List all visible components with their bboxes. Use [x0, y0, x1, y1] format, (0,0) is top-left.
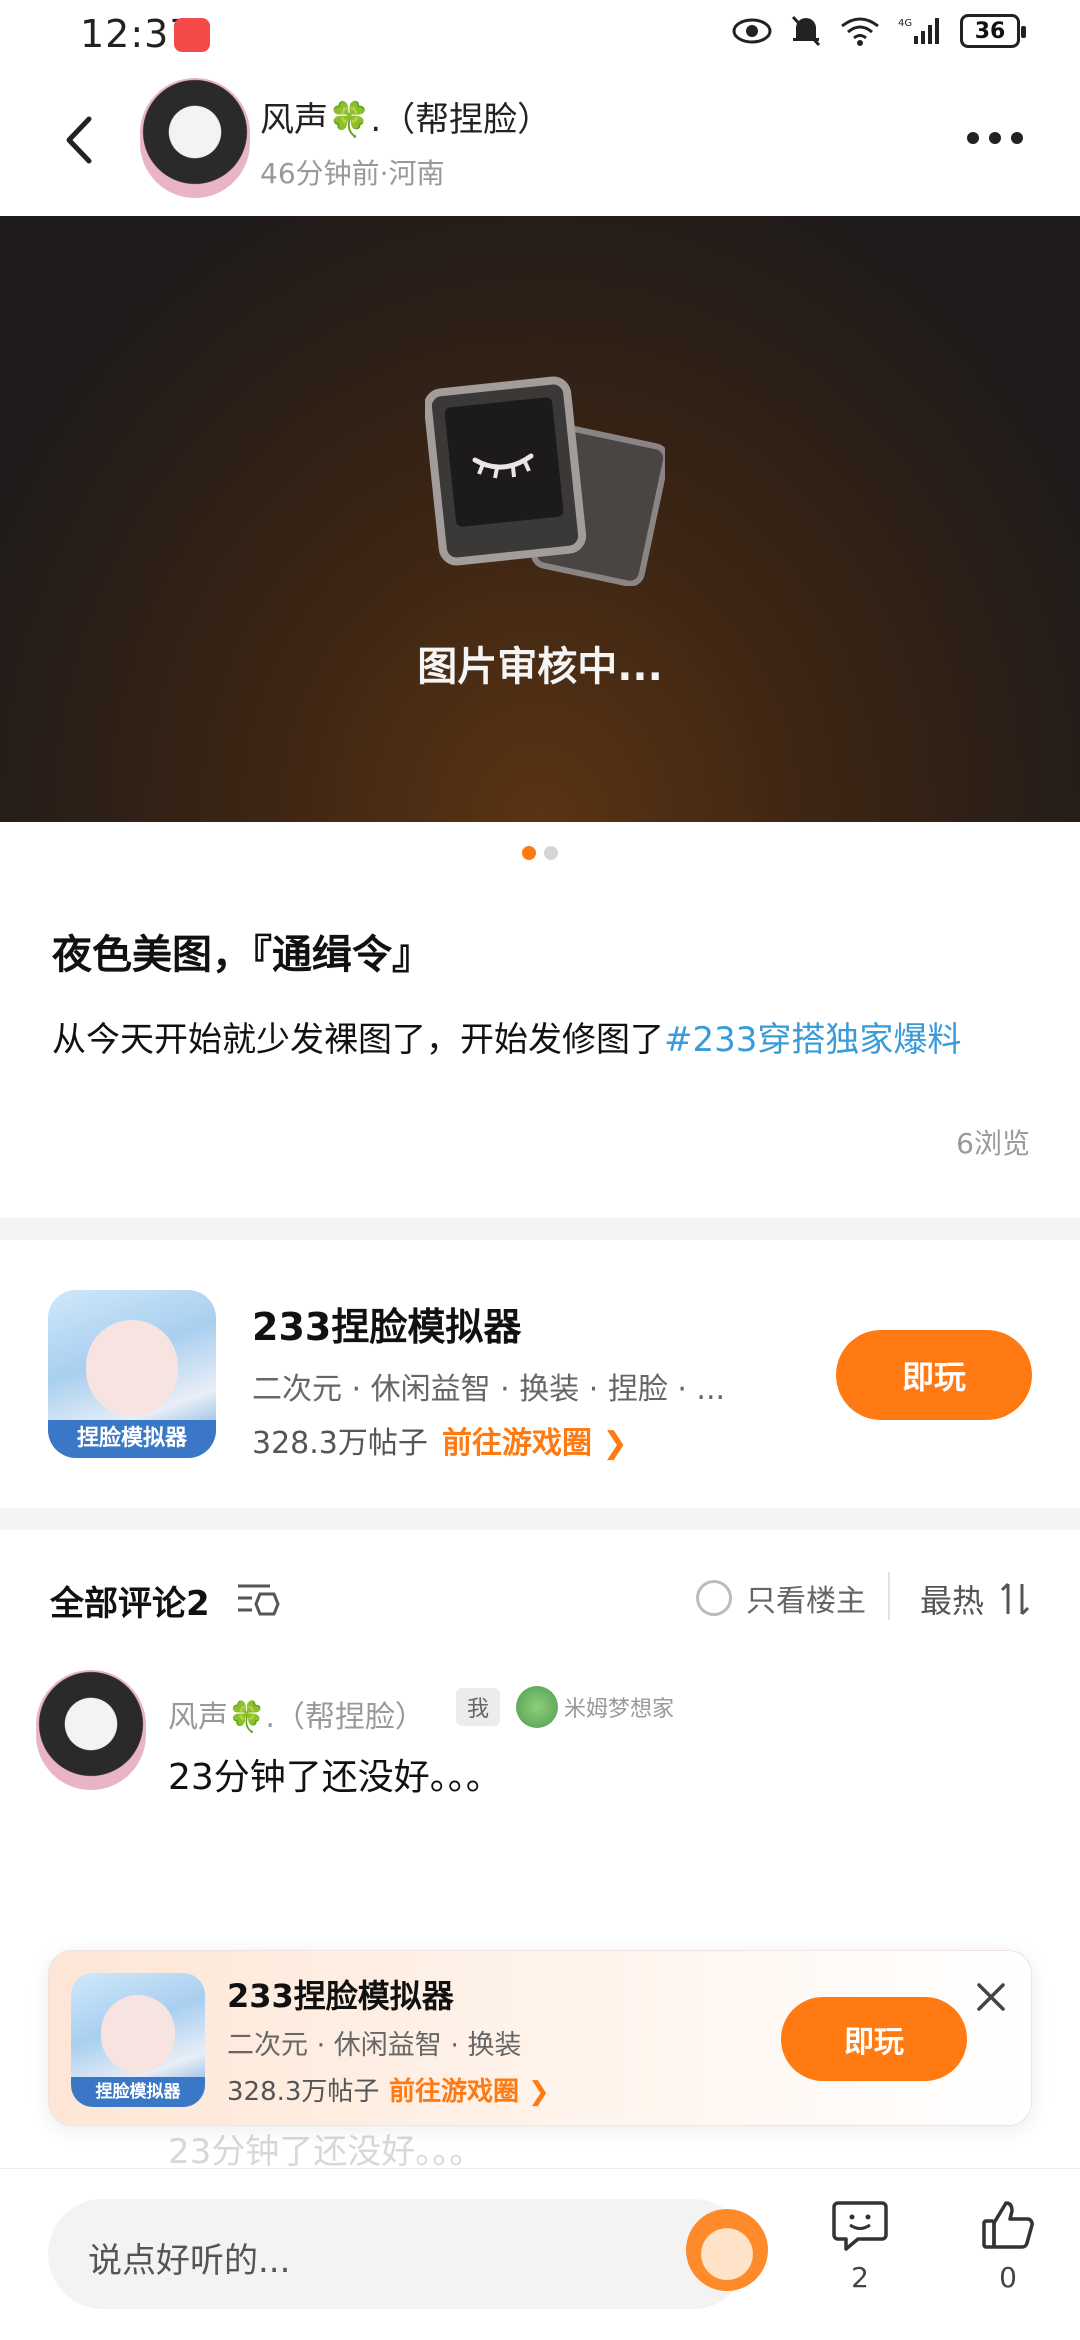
like-count: 0 — [999, 2261, 1017, 2294]
post-image-placeholder[interactable]: 图片审核中... — [0, 216, 1080, 822]
post-hashtag[interactable]: #233穿搭独家爆料 — [664, 1020, 961, 1060]
post-title: 夜色美图，『通缉令』 — [52, 932, 432, 978]
game-tags: 二次元 · 休闲益智 · 换装 · 捏脸 · ... — [252, 1372, 726, 1407]
fan-badge-icon — [516, 1686, 558, 1728]
filter-icon[interactable] — [234, 1580, 280, 1620]
only-poster-label: 只看楼主 — [746, 1584, 866, 1619]
like-button[interactable]: 0 — [968, 2199, 1048, 2294]
more-dot-icon — [967, 132, 979, 144]
banner-play-now-button[interactable]: 即玩 — [781, 1997, 967, 2081]
game-circle-link[interactable]: 前往游戏圈 ❯ — [442, 1418, 628, 1462]
sort-selector[interactable]: 最热 — [920, 1576, 1030, 1622]
banner-close-button[interactable] — [965, 1971, 1017, 2023]
bell-muted-icon — [791, 15, 821, 47]
game-post-count: 328.3万帖子 — [252, 1426, 428, 1461]
sort-separator — [888, 1572, 890, 1620]
sort-icon — [1000, 1582, 1030, 1616]
signal-icon: 4G — [898, 18, 939, 44]
back-button[interactable] — [48, 110, 108, 170]
review-status-text: 图片审核中... — [417, 644, 663, 690]
wifi-icon — [841, 17, 879, 46]
reply-button[interactable]: 2 — [820, 2199, 900, 2294]
commenter-name[interactable]: 风声🍀.（帮捏脸） — [168, 1692, 425, 1736]
view-count: 6浏览 — [956, 1127, 1030, 1160]
banner-game-name[interactable]: 233捏脸模拟器 — [227, 1971, 454, 2017]
only-poster-toggle[interactable]: 只看楼主 — [696, 1576, 866, 1620]
game-icon[interactable]: 捏脸模拟器 — [48, 1290, 216, 1458]
status-icons: 4G 36 — [732, 14, 1026, 48]
pager-dot — [544, 846, 558, 860]
commenter-avatar[interactable] — [36, 1670, 146, 1790]
svg-text:4G: 4G — [898, 18, 912, 29]
battery-indicator: 36 — [960, 14, 1026, 48]
faded-comment-text: 23分钟了还没好。。。 — [168, 2132, 484, 2172]
banner-game-icon[interactable]: 捏脸模拟器 — [71, 1973, 205, 2107]
mascot-emoji-icon[interactable] — [686, 2209, 768, 2291]
thumbs-up-icon — [982, 2201, 1034, 2249]
close-icon — [977, 1983, 1005, 2011]
author-name[interactable]: 风声🍀.（帮捏脸） — [260, 92, 551, 141]
image-pager — [0, 846, 1080, 860]
eye-icon — [732, 18, 772, 44]
only-poster-radio[interactable] — [696, 1580, 732, 1616]
game-card[interactable]: 捏脸模拟器 233捏脸模拟器 二次元 · 休闲益智 · 换装 · 捏脸 · ..… — [0, 1240, 1080, 1508]
status-bar: 12:37 4G 36 — [0, 0, 1080, 70]
bottom-action-bar: 说点好听的... 2 0 — [0, 2168, 1080, 2340]
more-button[interactable] — [960, 118, 1030, 158]
section-divider — [0, 1508, 1080, 1530]
floating-game-banner[interactable]: 捏脸模拟器 233捏脸模拟器 二次元 · 休闲益智 · 换装 328.3万帖子 … — [48, 1950, 1032, 2126]
comment-bubble-icon — [832, 2201, 888, 2251]
post-body: 从今天开始就少发裸图了，开始发修图了#233穿搭独家爆料 — [52, 1012, 961, 1061]
play-now-button[interactable]: 即玩 — [836, 1330, 1032, 1420]
game-icon-logo: 捏脸模拟器 — [48, 1420, 216, 1458]
comment-input-placeholder: 说点好听的... — [88, 2241, 291, 2281]
banner-game-icon-art — [101, 1995, 175, 2073]
image-under-review-icon — [425, 376, 665, 586]
sort-label: 最热 — [920, 1582, 985, 1620]
banner-post-count: 328.3万帖子 — [227, 2077, 380, 2107]
me-badge: 我 — [456, 1688, 500, 1726]
game-name[interactable]: 233捏脸模拟器 — [252, 1296, 521, 1351]
author-avatar[interactable] — [140, 78, 250, 198]
game-icon-art — [86, 1320, 178, 1416]
app-notification-icon — [174, 18, 210, 52]
comment-text[interactable]: 23分钟了还没好。。。 — [168, 1748, 502, 1800]
post-body-text: 从今天开始就少发裸图了，开始发修图了 — [52, 1020, 664, 1060]
fan-badge: 米姆梦想家 — [516, 1686, 674, 1728]
fan-badge-label: 米姆梦想家 — [564, 1697, 675, 1722]
chevron-left-icon — [66, 116, 92, 164]
reply-count: 2 — [851, 2261, 869, 2294]
comments-title: 全部评论2 — [50, 1584, 210, 1624]
banner-game-icon-logo: 捏脸模拟器 — [71, 2077, 205, 2107]
author-meta: 46分钟前·河南 — [260, 157, 445, 190]
pager-dot-active — [522, 846, 536, 860]
comment-input[interactable]: 说点好听的... — [48, 2199, 768, 2309]
banner-game-circle-link[interactable]: 前往游戏圈 ❯ — [389, 2071, 550, 2108]
more-dot-icon — [1011, 132, 1023, 144]
banner-game-tags: 二次元 · 休闲益智 · 换装 — [227, 2030, 522, 2061]
post-header: 风声🍀.（帮捏脸） 46分钟前·河南 — [0, 70, 1080, 216]
section-divider — [0, 1218, 1080, 1240]
more-dot-icon — [989, 132, 1001, 144]
